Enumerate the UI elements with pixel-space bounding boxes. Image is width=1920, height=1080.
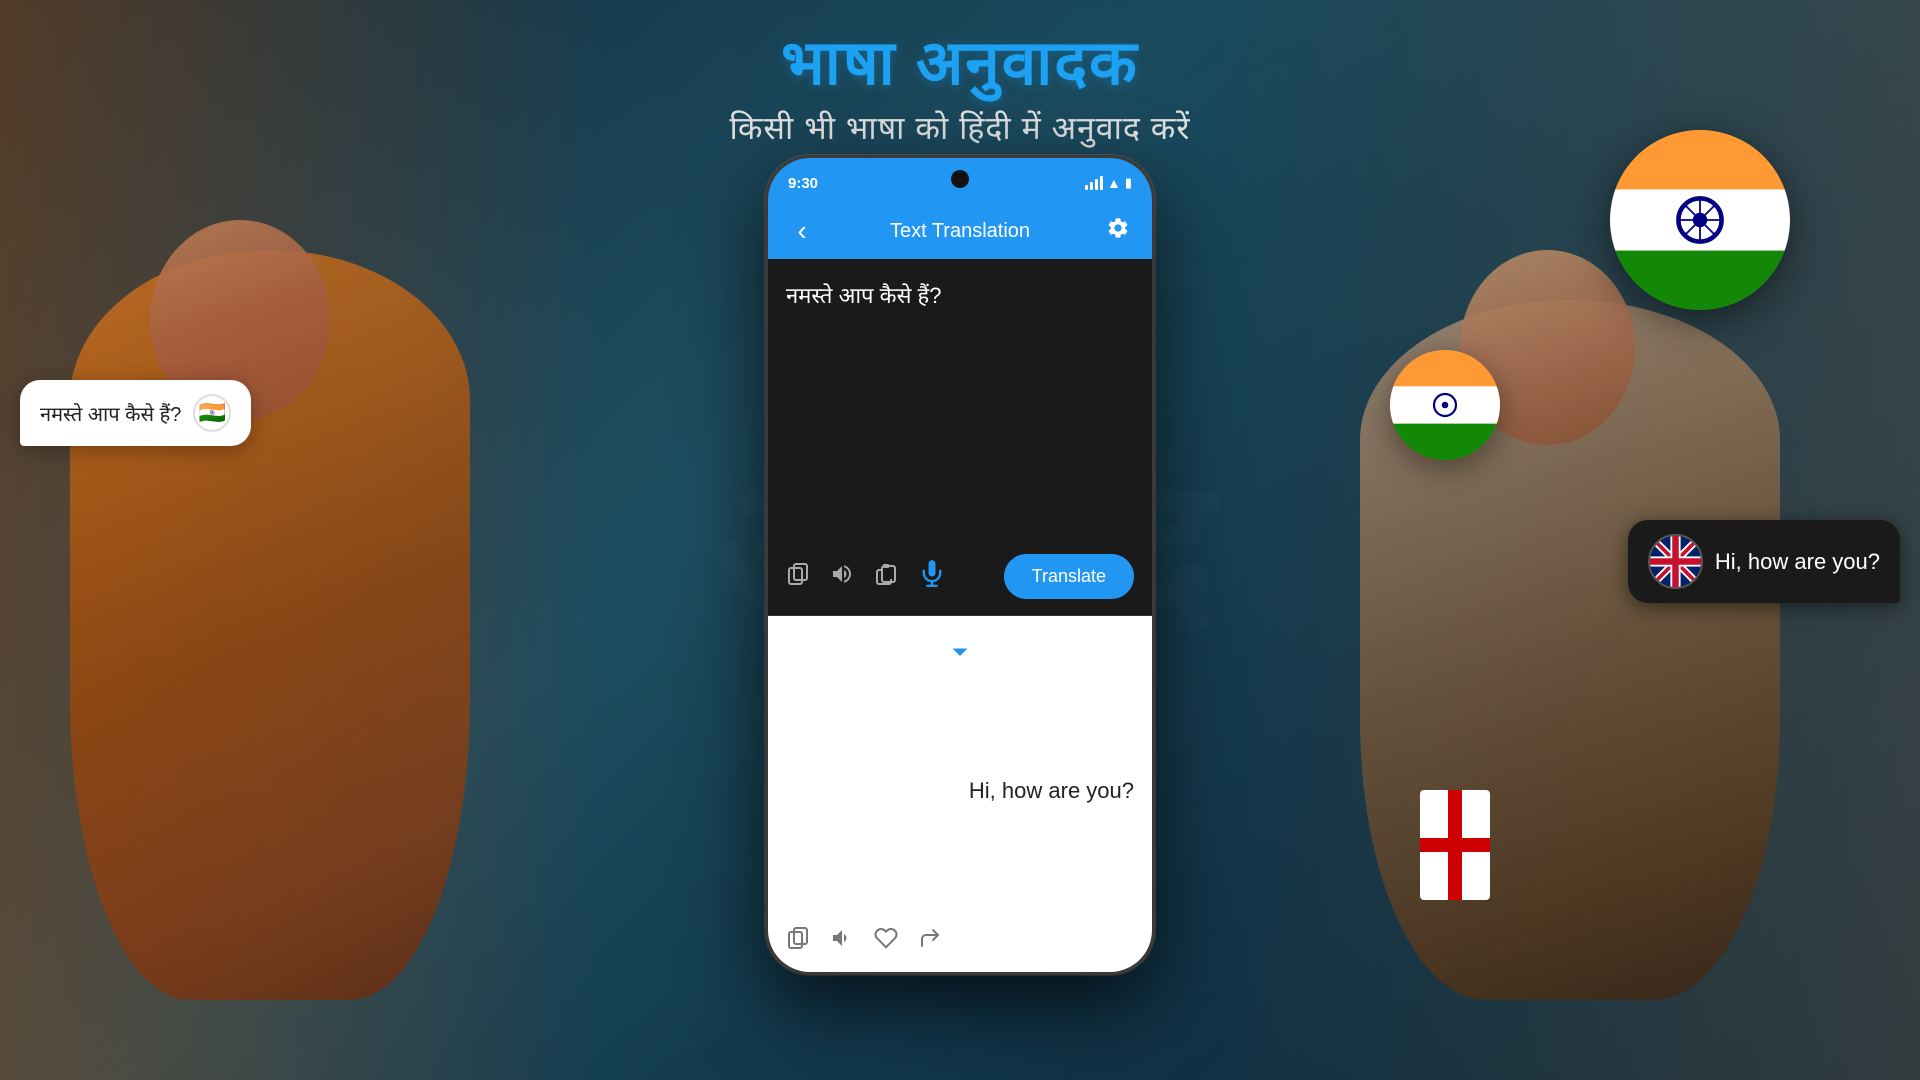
phone-container: 9:30 ▲ ▮ ‹ Text Translation [765,155,1155,975]
signal-bar-2 [1090,182,1093,190]
header-section: भाषा अनुवादक किसी भी भाषा को हिंदी में अ… [730,30,1191,149]
output-text: Hi, how are you? [786,774,1134,807]
mic-icon[interactable] [918,559,946,594]
phone-content: नमस्ते आप कैसे हैं? [768,259,1152,972]
copy-icon[interactable] [786,562,810,592]
signal-bar-4 [1100,176,1103,190]
signal-bar-3 [1095,179,1098,190]
status-icons: ▲ ▮ [1085,175,1132,191]
clipboard-icon[interactable] [874,562,898,592]
heart-icon[interactable] [874,926,898,956]
english-flag [1420,790,1490,900]
input-text[interactable]: नमस्ते आप कैसे हैं? [786,279,1134,399]
wifi-icon: ▲ [1107,175,1121,191]
status-time: 9:30 [788,175,818,192]
translate-button[interactable]: Translate [1004,554,1134,599]
app-bar: ‹ Text Translation [768,203,1152,259]
battery-icon: ▮ [1125,175,1132,191]
app-title: Text Translation [820,220,1100,243]
right-person [1330,200,1880,1060]
bubble-right-text: Hi, how are you? [1715,549,1880,575]
arrow-indicator [786,636,1134,666]
india-globe-large [1610,130,1790,310]
output-copy-icon[interactable] [786,926,810,956]
speaker-icon[interactable] [830,562,854,592]
back-button[interactable]: ‹ [784,215,820,247]
sub-title: किसी भी भाषा को हिंदी में अनुवाद करें [730,106,1191,149]
bubble-right: Hi, how are you? [1628,520,1900,603]
bubble-left: नमस्ते आप कैसे हैं? 🇮🇳 [20,380,251,446]
output-section: Hi, how are you? [768,616,1152,972]
signal-bar-1 [1085,185,1088,190]
india-flag-bubble: 🇮🇳 [193,394,231,432]
bubble-left-text: नमस्ते आप कैसे हैं? [40,400,181,427]
uk-flag-bubble [1648,534,1703,589]
left-person [40,170,520,1050]
input-actions: Translate [786,554,1134,599]
signal-bars [1085,176,1103,190]
share-icon[interactable] [918,926,942,956]
output-speaker-icon[interactable] [830,926,854,956]
main-title: भाषा अनुवादक [730,30,1191,98]
input-action-icons [786,559,946,594]
phone-camera [951,170,969,188]
india-globe-small [1390,350,1500,460]
output-actions [786,926,1134,956]
settings-button[interactable] [1100,216,1136,246]
phone-mockup: 9:30 ▲ ▮ ‹ Text Translation [765,155,1155,975]
input-section[interactable]: नमस्ते आप कैसे हैं? [768,259,1152,615]
